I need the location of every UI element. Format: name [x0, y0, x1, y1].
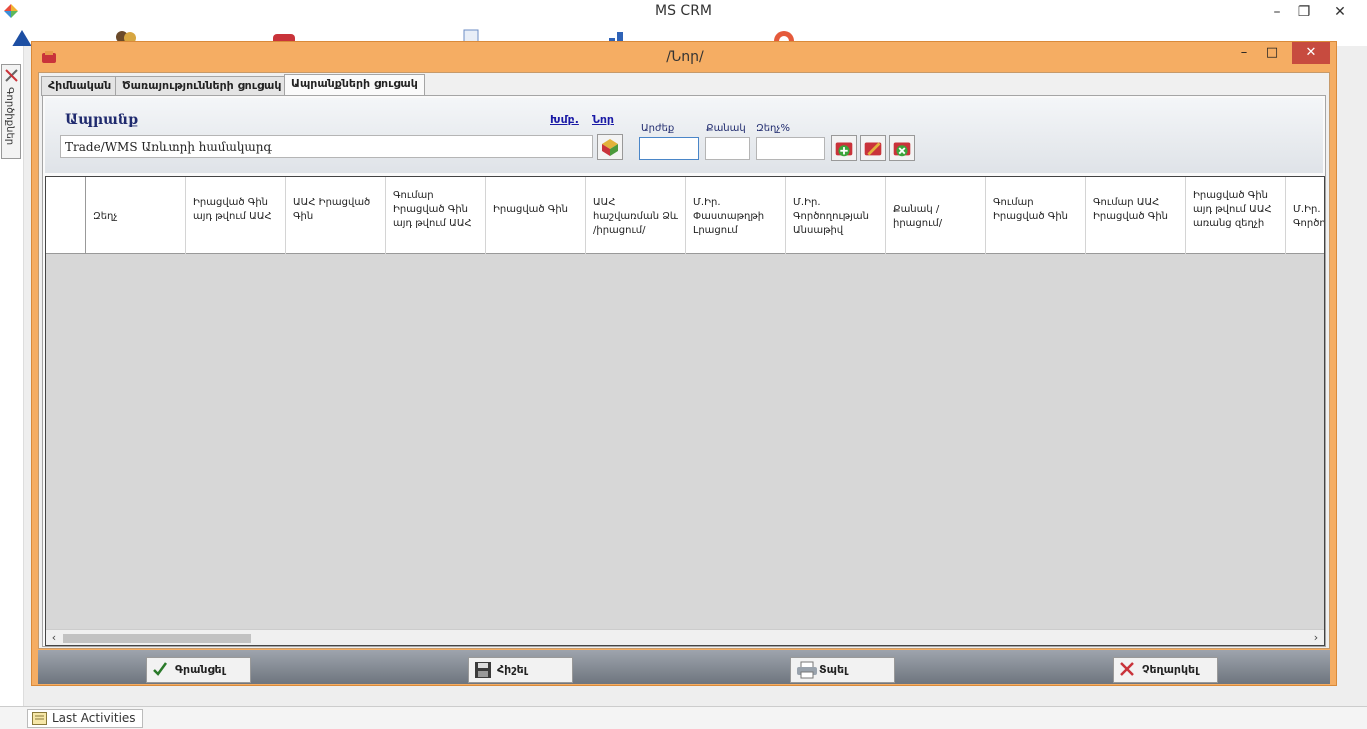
new-product-link[interactable]: Նոր — [592, 113, 614, 126]
last-activities-button[interactable]: Last Activities — [27, 709, 143, 728]
tools-icon — [5, 69, 18, 82]
grid-header-cell[interactable]: Քանակ /իրացում/ — [886, 177, 986, 254]
app-titlebar: MS CRM – ❐ ✕ — [0, 0, 1367, 24]
floppy-disk-icon — [475, 662, 491, 678]
confirm-button-label: Գրանցել — [175, 663, 226, 676]
edit-row-icon[interactable] — [860, 135, 886, 161]
add-row-icon[interactable] — [831, 135, 857, 161]
printer-icon — [797, 661, 817, 679]
dialog-maximize-button[interactable]: □ — [1258, 42, 1286, 64]
confirm-button[interactable]: Գրանցել — [146, 657, 251, 683]
grid-header-cell[interactable]: Գումար ԱԱՀ Իրացված Գին — [1086, 177, 1186, 254]
delete-row-icon[interactable] — [889, 135, 915, 161]
save-button-label: Հիշել — [497, 663, 528, 676]
status-bar: Last Activities — [0, 706, 1367, 729]
grid-header-cell[interactable]: ԱԱՀ հաշվառման Ձև /իրացում/ — [586, 177, 686, 254]
grid-header-cell[interactable]: ԱԱՀ Իրացված Գին — [286, 177, 386, 254]
tab-general[interactable]: Հիմնական — [41, 76, 119, 96]
scroll-thumb[interactable] — [63, 634, 251, 643]
restore-button[interactable]: ❐ — [1292, 2, 1316, 22]
side-tab-tools[interactable]: Գործիքներ — [1, 64, 21, 159]
last-activities-label: Last Activities — [52, 711, 136, 725]
product-field[interactable]: Trade/WMS Առևտրի համակարգ — [60, 135, 593, 158]
cancel-button-label: Չեղարկել — [1142, 663, 1199, 676]
dialog-title: /Նոր/ — [666, 49, 704, 65]
product-entry-form: Ապրանք Խմբ. Նոր Trade/WMS Առևտրի համակար… — [45, 98, 1323, 173]
grid-header-cell[interactable]: Իրացված Գին այդ թվում ԱԱՀ — [186, 177, 286, 254]
tab-services-list[interactable]: Ծառայությունների ցուցակ — [115, 76, 289, 96]
grid-header-selector[interactable] — [46, 177, 86, 254]
quantity-label: Քանակ — [706, 123, 746, 134]
grid-horizontal-scrollbar[interactable]: ‹ › — [46, 629, 1324, 645]
cancel-x-icon — [1120, 662, 1134, 676]
scroll-left-arrow-icon[interactable]: ‹ — [48, 630, 60, 645]
activities-icon — [32, 712, 47, 725]
grid-header-cell[interactable]: Մ.Իր. Փաստաթղթի Լրացում — [686, 177, 786, 254]
products-grid[interactable]: Զեղչ Իրացված Գին այդ թվում ԱԱՀ ԱԱՀ Իրացվ… — [45, 176, 1325, 646]
scroll-right-arrow-icon[interactable]: › — [1310, 630, 1322, 645]
grid-header-cell[interactable]: Իրացված Գին այդ թվում ԱԱՀ առանց զեղչի — [1186, 177, 1286, 254]
close-button[interactable]: ✕ — [1328, 2, 1352, 22]
grid-header: Զեղչ Իրացված Գին այդ թվում ԱԱՀ ԱԱՀ Իրացվ… — [46, 177, 1324, 254]
minimize-button[interactable]: – — [1265, 2, 1289, 22]
value-input[interactable] — [639, 137, 699, 160]
checkmark-icon — [153, 662, 168, 676]
grid-header-cell[interactable]: Գումար Իրացված Գին այդ թվում ԱԱՀ — [386, 177, 486, 254]
grid-header-cell[interactable]: Իրացված Գին — [486, 177, 586, 254]
product-lookup-icon[interactable] — [597, 134, 623, 160]
edit-product-link[interactable]: Խմբ. — [550, 113, 579, 126]
app-title: MS CRM — [655, 3, 712, 19]
discount-input[interactable] — [756, 137, 825, 160]
products-tab-panel: Ապրանք Խմբ. Նոր Trade/WMS Առևտրի համակար… — [42, 95, 1326, 647]
dialog-footer: Գրանցել Հիշել Տպել Չեղարկել — [38, 650, 1330, 684]
dialog-body: Հիմնական Ծառայությունների ցուցակ Ապրանքն… — [38, 72, 1330, 649]
grid-header-cell[interactable]: Զեղչ — [86, 177, 186, 254]
print-button-label: Տպել — [819, 663, 848, 676]
dialog-close-button[interactable]: ✕ — [1292, 42, 1330, 64]
quantity-input[interactable] — [705, 137, 750, 160]
save-button[interactable]: Հիշել — [468, 657, 573, 683]
product-label: Ապրանք — [65, 112, 139, 128]
side-tab-label: Գործիքներ — [4, 87, 15, 146]
product-dialog: /Նոր/ – □ ✕ Հիմնական Ծառայությունների ցո… — [31, 41, 1337, 686]
print-button[interactable]: Տպել — [790, 657, 895, 683]
grid-header-cell[interactable]: Մ.Իր. Գործողության Անսաթիվ — [786, 177, 886, 254]
value-label: Արժեք — [641, 123, 675, 134]
cancel-button[interactable]: Չեղարկել — [1113, 657, 1218, 683]
tab-products-list[interactable]: Ապրանքների ցուցակ — [284, 74, 425, 97]
discount-label: Զեղչ% — [756, 123, 790, 134]
grid-header-cell[interactable]: Մ.Իր. Գործողության — [1286, 177, 1324, 254]
dialog-minimize-button[interactable]: – — [1230, 42, 1258, 64]
grid-header-cell[interactable]: Գումար Իրացված Գին — [986, 177, 1086, 254]
